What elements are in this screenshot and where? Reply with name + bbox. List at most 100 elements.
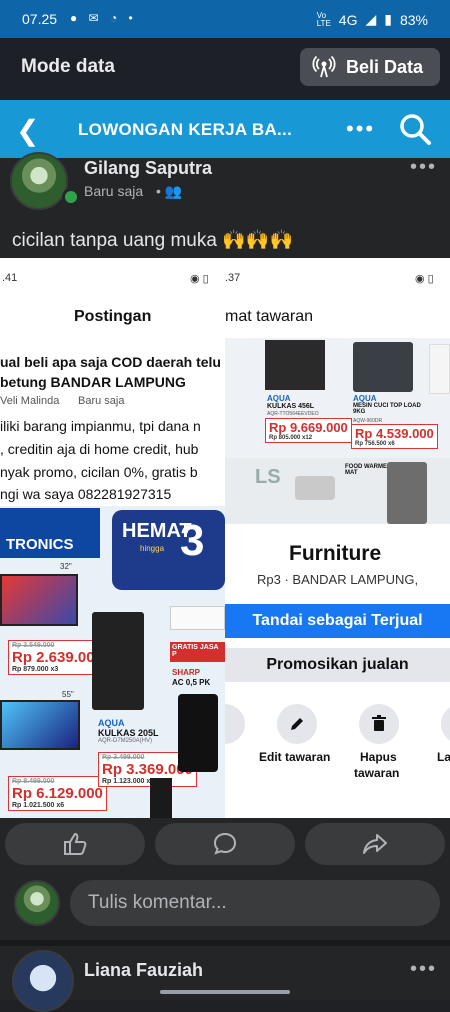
item1-code: AQR-TTO564EEVDEO <box>267 411 319 417</box>
status-bar: 07.25 ● ✉ ◔ • Vo LTE 4G ◢ ▮ 83% <box>0 0 450 38</box>
post-author[interactable]: Gilang Saputra <box>84 158 212 179</box>
item2-price: Rp 4.539.000 <box>355 426 434 441</box>
food-warmer-image <box>295 476 335 500</box>
post-caption: cicilan tanpa uang muka 🙌🙌🙌 <box>12 230 294 251</box>
tv-size-1: 32" <box>60 562 72 571</box>
fridge-model: KULKAS 205L <box>98 728 159 738</box>
price-1-old: Rp 3.549.000 <box>12 642 55 649</box>
online-indicator <box>62 188 80 206</box>
mark-sold-button[interactable]: Tandai sebagai Terjual <box>225 604 450 638</box>
right-status-icons: ◉ ▯ <box>415 273 434 285</box>
left-screenshot: .41 ◉ ▯ Postingan ual beli apa saja COD … <box>0 258 225 818</box>
left-time-fragment: .41 <box>2 272 18 284</box>
left-time: Baru saja <box>78 395 125 407</box>
tv-image-2 <box>0 700 80 750</box>
share-button[interactable] <box>305 823 445 865</box>
next-post-menu-icon[interactable]: ••• <box>410 958 437 981</box>
like-button[interactable] <box>5 823 145 865</box>
ac-brand: SHARP <box>172 668 201 677</box>
price-3-install: Rp 1.123.000 x3 <box>102 778 155 785</box>
tv-size-2: 55" <box>62 690 74 699</box>
tv-image-1 <box>0 574 78 626</box>
fridge-456-image <box>265 340 325 390</box>
fridge-3-image <box>429 344 450 394</box>
data-mode-bar: Mode data Beli Data <box>0 38 450 96</box>
item1-install: Rp 805.000 x12 <box>269 435 313 441</box>
left-headline-2: betung BANDAR LAMPUNG <box>0 374 186 390</box>
comment-button[interactable] <box>155 823 295 865</box>
dispenser-image <box>387 462 427 524</box>
promote-listing-button[interactable]: Promosikan jualan <box>225 648 450 682</box>
left-body-2: , creditin aja di home credit, hub <box>0 441 199 457</box>
price-2-new: Rp 6.129.000 <box>12 785 103 802</box>
left-body-3: nyak promo, cicilan 0%, gratis b <box>0 464 198 480</box>
left-header: Postingan <box>74 308 152 325</box>
signal-icon: ◢ <box>365 11 377 27</box>
gratis-label: GRATIS JASA P <box>170 642 225 662</box>
post-actions <box>0 818 450 870</box>
washer-image <box>353 342 413 392</box>
price-2-old: Rp 8.499.000 <box>12 778 55 785</box>
audience-group-icon: • 👥 <box>156 183 183 199</box>
delete-listing-label-2[interactable]: tawaran <box>354 766 399 780</box>
left-body-1: iliki barang impianmu, tpi dana n <box>0 418 201 434</box>
post-image[interactable]: .41 ◉ ▯ Postingan ual beli apa saja COD … <box>0 258 450 818</box>
home-indicator[interactable] <box>160 990 290 994</box>
more-actions-icon[interactable] <box>441 704 450 744</box>
delete-listing-label-1[interactable]: Hapus <box>360 750 397 764</box>
more-actions-label[interactable]: La <box>437 750 450 764</box>
battery-icon: ▮ <box>384 11 392 27</box>
fridge-image <box>92 612 144 710</box>
trash-icon[interactable] <box>359 704 399 744</box>
comment-input[interactable]: Tulis komentar... <box>70 880 440 926</box>
listing-subtitle: Rp3 · BANDAR LAMPUNG, <box>257 572 419 587</box>
item1-price: Rp 9.669.000 <box>269 420 348 435</box>
price-1-new: Rp 2.639.000 <box>12 649 103 666</box>
right-screenshot: .37 ◉ ▯ mat tawaran AQUA KULKAS 456L AQR… <box>225 258 450 818</box>
right-header: mat tawaran <box>225 308 314 325</box>
ac-image <box>170 606 225 630</box>
next-post-avatar[interactable] <box>12 950 74 1012</box>
battery-label: 83% <box>399 11 428 28</box>
item1-brand: AQUA <box>267 394 291 403</box>
price-tag-2: Rp 8.499.000 Rp 6.129.000 Rp 1.021.500 x… <box>8 776 107 811</box>
commenter-avatar[interactable] <box>14 880 60 926</box>
item1-price-tag: Rp 9.669.000 Rp 805.000 x12 <box>265 418 352 443</box>
search-icon[interactable] <box>398 112 432 146</box>
post-menu-icon[interactable]: ••• <box>410 156 437 179</box>
left-author: Veli Malinda <box>0 395 60 407</box>
left-status-icons: ◉ ▯ <box>190 273 209 285</box>
speaker-image <box>178 694 218 772</box>
clock: 07.25 <box>22 11 58 27</box>
buy-data-label: Beli Data <box>346 56 424 77</box>
item2-install: Rp 756.500 x6 <box>355 441 395 447</box>
left-headline-1: ual beli apa saja COD daerah telu <box>0 354 221 370</box>
item2-price-tag: Rp 4.539.000 Rp 756.500 x6 <box>351 424 438 449</box>
back-icon[interactable]: ❮ <box>16 114 39 147</box>
hemat-number: 3 <box>180 516 205 565</box>
comment-row: Tulis komentar... <box>0 870 450 936</box>
fridge-brand: AQUA <box>98 718 125 728</box>
item1-model: KULKAS 456L <box>267 403 315 410</box>
next-post-author[interactable]: Liana Fauziah <box>84 960 203 981</box>
buy-data-button[interactable]: Beli Data <box>300 48 440 86</box>
ac-model: AC 0,5 PK <box>172 678 211 687</box>
avatar[interactable] <box>10 152 68 210</box>
item2-model: MESIN CUCI TOP LOAD 9KG <box>353 403 421 415</box>
price-2-install: Rp 1.021.500 x6 <box>12 802 65 809</box>
listing-title: Furniture <box>289 542 382 565</box>
brand-fragment: LS <box>255 466 281 488</box>
edit-listing-label[interactable]: Edit tawaran <box>259 750 330 764</box>
group-title: LOWONGAN KERJA BA... <box>78 120 293 139</box>
more-options-icon[interactable]: ••• <box>346 116 375 142</box>
brand-text: TRONICS <box>6 536 74 553</box>
volte-icon: Vo LTE <box>316 10 331 28</box>
hemat-sub: hingga <box>140 544 165 553</box>
item2-brand: AQUA <box>353 394 377 403</box>
comment-bubble-icon <box>213 832 237 855</box>
status-right: Vo LTE 4G ◢ ▮ 83% <box>317 11 428 28</box>
price-1-install: Rp 879.000 x3 <box>12 666 59 673</box>
left-body-4: ngi wa saya 082281927315 <box>0 486 172 502</box>
edit-pencil-icon[interactable] <box>277 704 317 744</box>
partial-action-icon[interactable] <box>225 704 245 744</box>
